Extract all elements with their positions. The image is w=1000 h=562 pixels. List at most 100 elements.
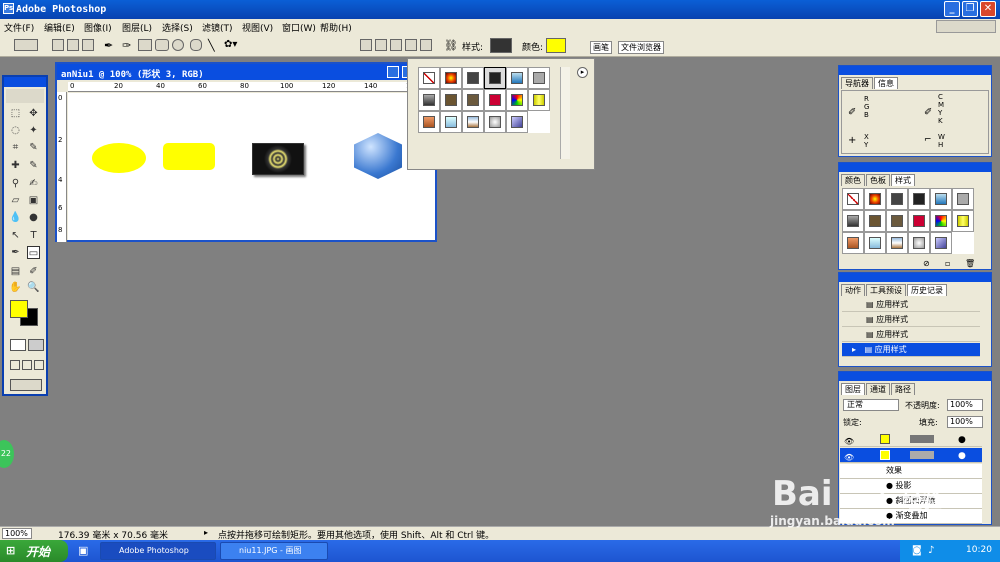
standard-mode-button[interactable] [10, 339, 26, 351]
tab-history[interactable]: 历史记录 [907, 284, 947, 296]
doc-minimize-button[interactable] [387, 66, 399, 78]
tab-swatches[interactable]: 色板 [866, 174, 890, 186]
style-swatch[interactable] [440, 89, 462, 111]
opacity-input[interactable]: 100% [947, 399, 983, 411]
fill-input[interactable]: 100% [947, 416, 983, 428]
volume-icon[interactable]: ♪ [928, 545, 934, 556]
style-swatch[interactable] [506, 67, 528, 89]
hand-icon[interactable]: ✋ [9, 281, 22, 294]
style-swatch[interactable] [484, 89, 506, 111]
menu-window[interactable]: 窗口(W) [282, 21, 316, 34]
clone-stamp-icon[interactable]: ⚲ [9, 177, 22, 190]
tab-layers[interactable]: 图层 [841, 383, 865, 395]
network-icon[interactable]: ◙ [912, 545, 922, 556]
menu-help[interactable]: 帮助(H) [320, 21, 352, 34]
color-swatch[interactable] [546, 38, 566, 53]
style-swatch[interactable] [462, 67, 484, 89]
line-tool-icon[interactable]: ╲ [208, 39, 220, 52]
pen-icon[interactable]: ✒ [104, 39, 116, 52]
style-swatch[interactable] [842, 232, 864, 254]
tab-info[interactable]: 信息 [874, 77, 898, 89]
style-none[interactable] [418, 67, 440, 89]
layer-effects-icon[interactable]: ● [958, 433, 966, 447]
screen-mode-3-button[interactable] [34, 360, 44, 370]
task-paint[interactable]: niu11.JPG - 画图 [220, 542, 328, 560]
style-swatch[interactable] [528, 89, 550, 111]
style-swatch[interactable] [952, 210, 974, 232]
menu-layer[interactable]: 图层(L) [122, 21, 152, 34]
zoom-icon[interactable]: 🔍 [27, 281, 40, 294]
menu-edit[interactable]: 编辑(E) [44, 21, 75, 34]
combine-add-button[interactable] [360, 39, 372, 51]
clear-style-icon[interactable]: ⊘ [923, 259, 930, 268]
move-icon[interactable]: ✥ [27, 107, 40, 120]
combine-subtract-button[interactable] [375, 39, 387, 51]
style-swatch[interactable] [886, 232, 908, 254]
style-swatch[interactable] [484, 111, 506, 133]
combine-intersect-button[interactable] [390, 39, 402, 51]
tool-preset-picker[interactable] [14, 39, 38, 51]
menu-view[interactable]: 视图(V) [242, 21, 273, 34]
style-swatch[interactable] [886, 188, 908, 210]
combine-new-button[interactable] [420, 39, 432, 51]
tab-paths[interactable]: 路径 [891, 383, 915, 395]
task-photoshop[interactable]: Adobe Photoshop [100, 542, 216, 560]
status-arrow-icon[interactable]: ▸ [204, 528, 208, 537]
style-picker[interactable] [490, 38, 512, 53]
style-menu-arrow-icon[interactable]: ▸ [577, 67, 588, 78]
style-swatch[interactable] [952, 188, 974, 210]
rounded-rectangle-button[interactable] [155, 39, 169, 51]
screen-mode-2-button[interactable] [22, 360, 32, 370]
menu-file[interactable]: 文件(F) [4, 21, 34, 34]
slice-icon[interactable]: ✎ [27, 141, 40, 154]
style-swatch[interactable] [908, 188, 930, 210]
link-icon[interactable]: ⛓ [444, 39, 458, 52]
show-desktop-icon[interactable]: ▣ [78, 544, 88, 557]
style-swatch[interactable] [864, 210, 886, 232]
style-swatch[interactable] [528, 67, 550, 89]
quick-mask-button[interactable] [28, 339, 44, 351]
adobe-online-icon[interactable] [6, 89, 44, 103]
tab-brushes[interactable]: 画笔 [590, 41, 612, 54]
menu-select[interactable]: 选择(S) [162, 21, 193, 34]
minimize-button[interactable]: _ [944, 1, 960, 17]
image-canvas[interactable] [68, 93, 435, 240]
magic-wand-icon[interactable]: ✦ [27, 124, 40, 137]
history-item[interactable]: ▤ 应用样式 [842, 298, 980, 312]
style-swatch[interactable] [886, 210, 908, 232]
eyedropper-icon[interactable]: ✐ [27, 265, 40, 278]
brush-icon[interactable]: ✎ [27, 159, 40, 172]
tab-color[interactable]: 颜色 [841, 174, 865, 186]
marquee-icon[interactable]: ⬚ [9, 107, 22, 120]
tab-styles[interactable]: 样式 [891, 174, 915, 186]
custom-shape-icon[interactable]: ✿▾ [224, 39, 246, 51]
zoom-field[interactable]: 100% [2, 528, 32, 539]
history-item[interactable]: ▤ 应用样式 [842, 313, 980, 327]
eraser-icon[interactable]: ▱ [9, 194, 22, 207]
layer-row-selected[interactable]: 👁 ● [840, 448, 982, 463]
healing-brush-icon[interactable]: ✚ [9, 159, 22, 172]
path-select-icon[interactable]: ↖ [9, 229, 22, 242]
style-swatch[interactable] [440, 67, 462, 89]
shape-layers-button[interactable] [52, 39, 64, 51]
yellow-rounded-rect-shape[interactable] [163, 143, 215, 170]
style-swatch[interactable] [930, 210, 952, 232]
restore-button[interactable]: ❐ [962, 1, 978, 17]
blur-icon[interactable]: 💧 [9, 211, 22, 224]
foreground-color-swatch[interactable] [10, 300, 28, 318]
menu-image[interactable]: 图像(I) [84, 21, 112, 34]
blue-hexagon-shape[interactable] [354, 133, 402, 179]
eye-icon[interactable]: 👁 [844, 435, 854, 449]
dodge-icon[interactable]: ● [27, 211, 40, 224]
style-swatch[interactable] [842, 210, 864, 232]
screen-mode-1-button[interactable] [10, 360, 20, 370]
freeform-pen-icon[interactable]: ✑ [122, 39, 134, 52]
styled-button-shape[interactable] [252, 143, 304, 175]
history-brush-icon[interactable]: ✍ [27, 177, 40, 190]
style-swatch[interactable] [506, 111, 528, 133]
notes-icon[interactable]: ▤ [9, 265, 22, 278]
style-none[interactable] [842, 188, 864, 210]
style-swatch[interactable] [864, 232, 886, 254]
style-swatch[interactable] [908, 210, 930, 232]
layer-row[interactable]: 👁 ● [840, 432, 982, 447]
